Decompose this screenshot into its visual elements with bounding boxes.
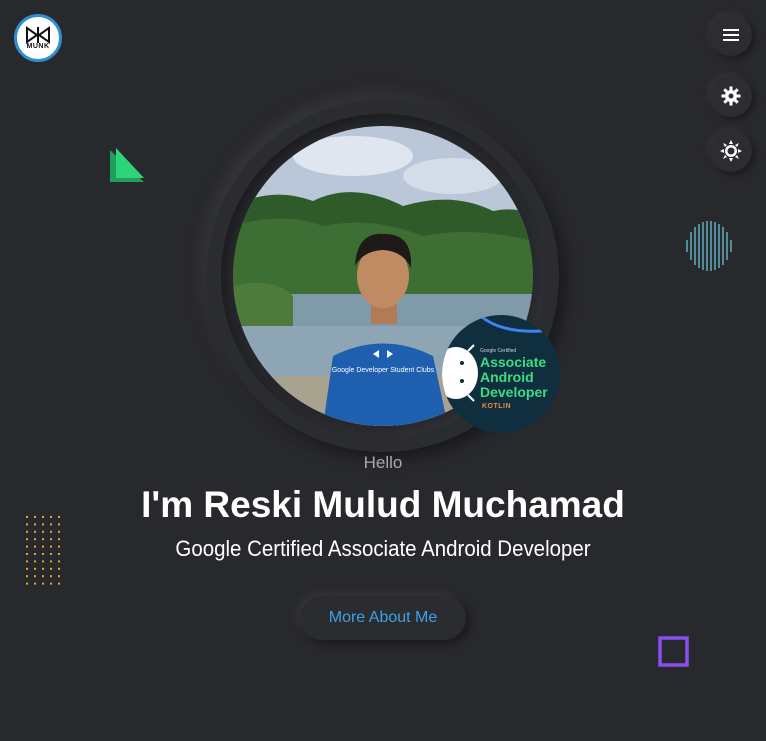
theme-toggle-button[interactable] bbox=[710, 130, 752, 172]
square-decoration bbox=[658, 636, 689, 667]
gear-icon bbox=[721, 86, 741, 106]
triangle-decoration bbox=[110, 148, 144, 182]
hero-role: Google Certified Associate Android Devel… bbox=[175, 536, 591, 561]
badge-line-developer: Developer bbox=[480, 384, 548, 400]
badge-line-associate: Associate bbox=[480, 354, 547, 370]
badge-line-android: Android bbox=[480, 369, 534, 385]
settings-button[interactable] bbox=[710, 75, 752, 117]
hamburger-icon bbox=[723, 29, 739, 41]
greeting: Hello bbox=[363, 453, 403, 472]
lines-decoration bbox=[686, 221, 732, 271]
certification-badge: Google Certified Associate Android Devel… bbox=[442, 315, 560, 433]
logo-text: MUNK bbox=[26, 43, 50, 50]
site-logo[interactable]: MUNK bbox=[14, 14, 62, 62]
menu-button[interactable] bbox=[710, 14, 752, 56]
logo-icon bbox=[26, 26, 50, 44]
sun-icon bbox=[720, 140, 742, 162]
shirt-text: Google Developer Student Clubs bbox=[332, 367, 435, 374]
more-about-me-button[interactable]: More About Me bbox=[300, 596, 466, 640]
badge-kotlin: KOTLIN bbox=[482, 403, 512, 410]
hero-name: I'm Reski Mulud Muchamad bbox=[141, 484, 625, 525]
